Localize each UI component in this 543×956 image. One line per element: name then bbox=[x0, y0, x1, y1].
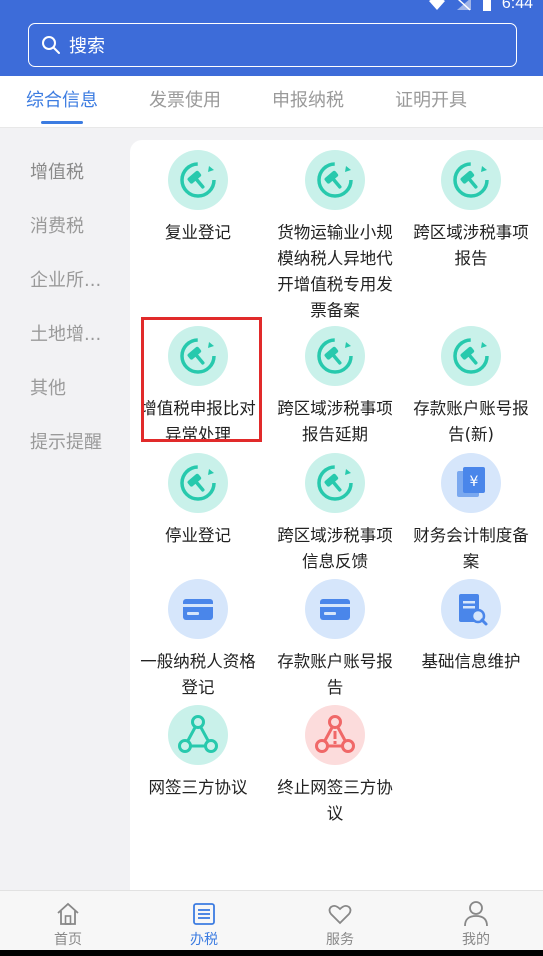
status-bar: 6:44 bbox=[428, 0, 533, 14]
network-alert-icon bbox=[305, 705, 365, 765]
sidebar-item-other[interactable]: 其他 bbox=[30, 374, 66, 400]
highlight-box bbox=[141, 317, 262, 442]
service-tile-accounting-system-filing[interactable]: ¥ 财务会计制度备案 bbox=[406, 453, 536, 575]
nav-label: 首页 bbox=[54, 932, 82, 948]
tab-tax-filing[interactable]: 申报纳税 bbox=[272, 86, 344, 112]
gavel-icon bbox=[168, 150, 228, 210]
service-tile-cross-region-extension[interactable]: 跨区域涉税事项报告延期 bbox=[270, 326, 400, 448]
battery-icon bbox=[482, 0, 491, 11]
service-tile-cross-region-report[interactable]: 跨区域涉税事项报告 bbox=[406, 150, 536, 272]
service-label: 存款账户账号报告(新) bbox=[413, 399, 529, 444]
service-tile-general-taxpayer-registration[interactable]: 一般纳税人资格登记 bbox=[133, 579, 263, 701]
service-tile-cross-region-feedback[interactable]: 跨区域涉税事项信息反馈 bbox=[270, 453, 400, 575]
gavel-icon bbox=[305, 150, 365, 210]
service-tile-bank-account-report-new[interactable]: 存款账户账号报告(新) bbox=[406, 326, 536, 448]
nav-label: 办税 bbox=[190, 932, 218, 948]
gavel-icon bbox=[305, 453, 365, 513]
service-label: 货物运输业小规模纳税人异地代开增值税专用发票备案 bbox=[277, 223, 393, 320]
network-icon bbox=[168, 705, 228, 765]
nav-services[interactable]: 服务 bbox=[305, 891, 375, 949]
service-label: 网签三方协议 bbox=[148, 778, 248, 797]
sidebar-item-land-vat[interactable]: 土地增... bbox=[30, 320, 101, 346]
system-nav-bar bbox=[0, 950, 543, 956]
nav-home[interactable]: 首页 bbox=[33, 891, 103, 949]
tab-general-info[interactable]: 综合信息 bbox=[26, 86, 98, 112]
category-sidebar: 增值税 消费税 企业所... 土地增... 其他 提示提醒 bbox=[0, 128, 130, 890]
active-tab-indicator bbox=[41, 121, 83, 124]
service-label: 财务会计制度备案 bbox=[413, 526, 529, 571]
service-label: 跨区域涉税事项报告延期 bbox=[277, 399, 393, 444]
tab-invoice-usage[interactable]: 发票使用 bbox=[149, 86, 221, 112]
service-tile-tripartite-agreement[interactable]: 网签三方协议 bbox=[133, 705, 263, 801]
yuan-document-icon: ¥ bbox=[441, 453, 501, 513]
service-label: 停业登记 bbox=[165, 526, 231, 545]
service-tile-freight-invoice-filing[interactable]: 货物运输业小规模纳税人异地代开增值税专用发票备案 bbox=[270, 150, 400, 324]
wifi-icon bbox=[428, 0, 445, 10]
nav-label: 我的 bbox=[462, 932, 490, 948]
gavel-icon bbox=[441, 150, 501, 210]
service-label: 存款账户账号报告 bbox=[277, 652, 393, 697]
list-icon bbox=[193, 903, 215, 925]
service-tile-terminate-tripartite-agreement[interactable]: 终止网签三方协议 bbox=[270, 705, 400, 827]
service-label: 跨区域涉税事项信息反馈 bbox=[277, 526, 393, 571]
app-root: 6:44 搜索 综合信息 发票使用 申报纳税 证明开具 增值税 消费税 企业所.… bbox=[0, 0, 543, 956]
service-label: 基础信息维护 bbox=[421, 652, 521, 671]
service-tile-suspend-registration[interactable]: 停业登记 bbox=[133, 453, 263, 549]
header-bar: 6:44 搜索 bbox=[0, 0, 543, 76]
service-grid: 复业登记 货物运输业小规模纳税人异地代开增值税专用发票备案 跨区域涉税事项报告 … bbox=[130, 140, 543, 890]
person-icon bbox=[464, 901, 488, 927]
sidebar-item-corporate-tax[interactable]: 企业所... bbox=[30, 266, 101, 292]
tab-bar: 综合信息 发票使用 申报纳税 证明开具 bbox=[0, 76, 543, 128]
gavel-icon bbox=[168, 453, 228, 513]
document-search-icon bbox=[441, 579, 501, 639]
sidebar-item-consumption-tax[interactable]: 消费税 bbox=[30, 212, 84, 238]
search-input[interactable]: 搜索 bbox=[28, 23, 517, 67]
service-tile-bank-account-report[interactable]: 存款账户账号报告 bbox=[270, 579, 400, 701]
service-tile-basic-info-maintenance[interactable]: 基础信息维护 bbox=[406, 579, 536, 675]
card-icon bbox=[305, 579, 365, 639]
tab-certificate[interactable]: 证明开具 bbox=[395, 86, 467, 112]
service-label: 一般纳税人资格登记 bbox=[140, 652, 256, 697]
nav-label: 服务 bbox=[326, 932, 354, 948]
sidebar-item-reminders[interactable]: 提示提醒 bbox=[30, 428, 102, 454]
sidebar-item-vat[interactable]: 增值税 bbox=[30, 158, 84, 184]
status-time: 6:44 bbox=[501, 0, 533, 12]
svg-text:¥: ¥ bbox=[470, 474, 479, 490]
nav-tax-service[interactable]: 办税 bbox=[169, 891, 239, 949]
signal-icon bbox=[456, 0, 471, 11]
search-icon bbox=[42, 36, 60, 54]
gavel-icon bbox=[441, 326, 501, 386]
heart-icon bbox=[328, 904, 352, 925]
card-icon bbox=[168, 579, 228, 639]
nav-profile[interactable]: 我的 bbox=[441, 891, 511, 949]
service-label: 复业登记 bbox=[165, 223, 231, 242]
service-label: 跨区域涉税事项报告 bbox=[413, 223, 529, 268]
service-label: 终止网签三方协议 bbox=[277, 778, 393, 823]
service-tile-resume-registration[interactable]: 复业登记 bbox=[133, 150, 263, 246]
search-placeholder: 搜索 bbox=[69, 36, 105, 57]
bottom-nav: 首页 办税 服务 我的 bbox=[0, 890, 543, 950]
home-icon bbox=[57, 902, 79, 925]
gavel-icon bbox=[305, 326, 365, 386]
